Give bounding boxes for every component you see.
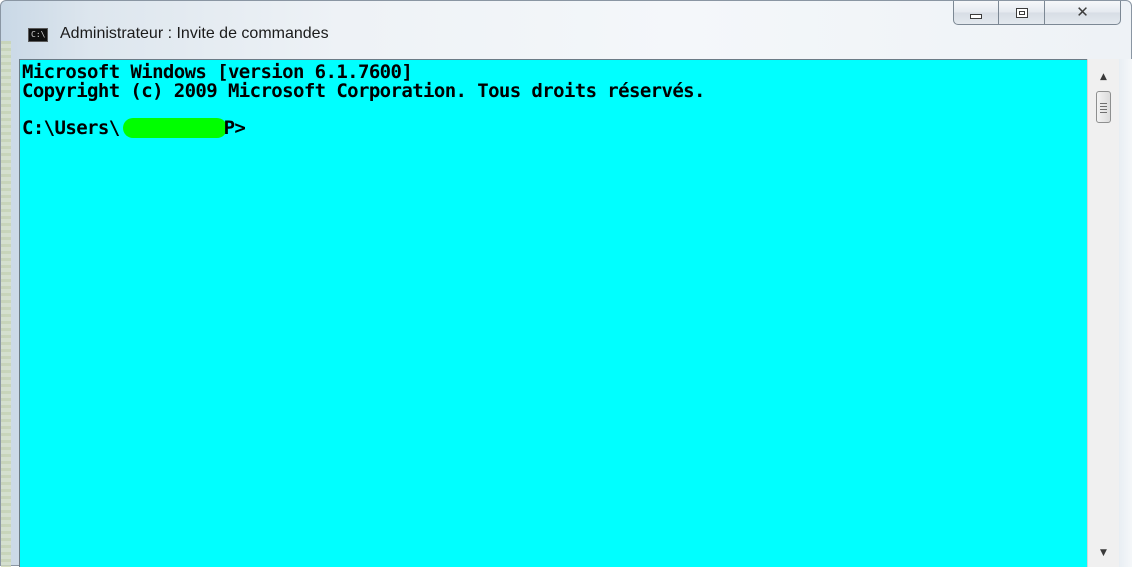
scroll-up-arrow-icon[interactable]: ▲ [1088,65,1119,89]
thumb-grip-line [1100,106,1107,107]
console-output[interactable]: Microsoft Windows [version 6.1.7600] Cop… [19,59,1087,567]
window-title: Administrateur : Invite de commandes [60,25,329,42]
minimize-icon [970,13,982,19]
window-left-edge [1,41,11,567]
command-prompt[interactable]: C:\Users\ P> [22,118,1087,138]
prompt-prefix: C:\Users\ [22,117,120,139]
title-bar[interactable]: C:\ Administrateur : Invite de commandes… [1,1,1132,59]
prompt-suffix: P> [223,117,246,139]
maximize-icon [1015,7,1028,18]
cmd-window: C:\ Administrateur : Invite de commandes… [0,0,1132,567]
redacted-username [122,118,227,138]
caption-buttons: ✕ [953,1,1121,25]
scrollbar-thumb[interactable] [1096,91,1111,123]
close-button[interactable]: ✕ [1045,1,1121,25]
vertical-scrollbar[interactable]: ▲ ▼ [1087,59,1119,567]
maximize-button[interactable] [999,1,1045,25]
thumb-grip-line [1100,109,1107,110]
console-line-copyright: Copyright (c) 2009 Microsoft Corporation… [22,80,705,102]
window-right-frame [1119,59,1132,567]
close-icon: ✕ [1076,3,1089,21]
cmd-icon[interactable]: C:\ [28,28,48,42]
scroll-down-arrow-icon[interactable]: ▼ [1088,541,1119,565]
thumb-grip-line [1100,103,1107,104]
thumb-grip-line [1100,112,1107,113]
minimize-button[interactable] [953,1,999,25]
